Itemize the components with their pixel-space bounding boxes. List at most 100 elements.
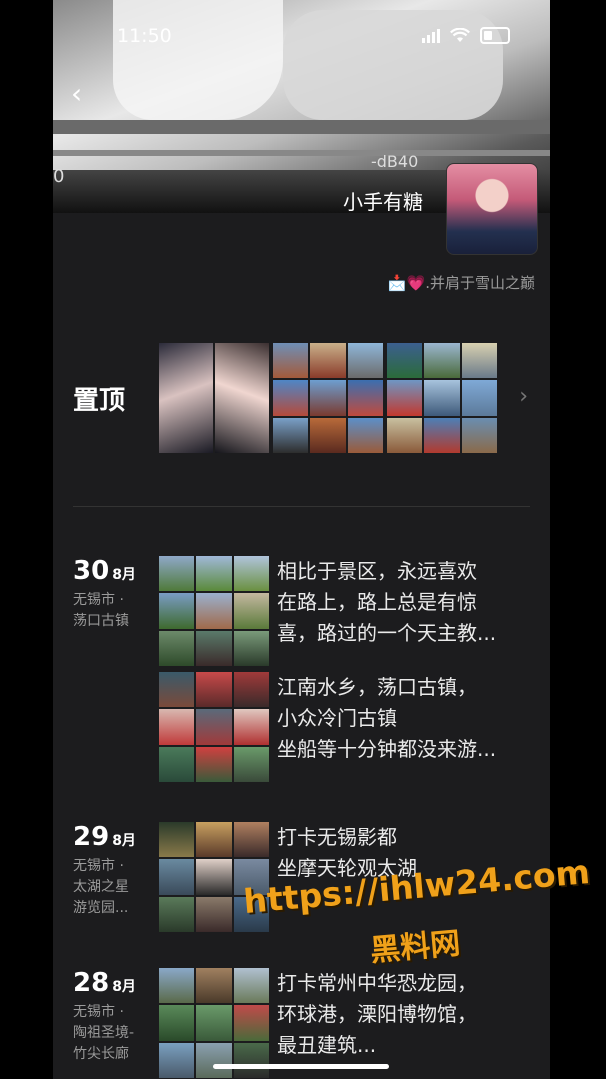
photo-thumbnail (233, 630, 269, 666)
status-icons (422, 27, 510, 44)
date-day: 30 (73, 556, 110, 586)
date-month: 8月 (112, 567, 136, 583)
location-line: 无锡市 · (73, 858, 124, 874)
watermark-name: 黑料网 (368, 926, 462, 969)
photo-thumbnail (196, 556, 232, 592)
post-text-line: 在路上，路上总是有惊 (277, 590, 477, 614)
photo-thumbnail (159, 746, 195, 782)
photo-thumbnail (215, 343, 269, 453)
location-line: 陶祖圣境- (73, 1025, 135, 1041)
photo-thumbnail (196, 822, 232, 858)
photo-thumbnail (233, 746, 269, 782)
photo-thumbnail (347, 343, 383, 379)
moments-page: -dB40 0 11:50 ‹ 小手有糖 📩💗.并肩于雪山之巅 置顶 › 30 … (53, 0, 550, 1079)
post-text-line: 相比于景区，永远喜欢 (277, 559, 477, 583)
pinned-album-3[interactable] (387, 343, 497, 453)
photo-thumbnail (159, 556, 195, 592)
photo-thumbnail (461, 380, 497, 416)
back-button[interactable]: ‹ (71, 80, 82, 108)
photo-thumbnail (196, 1042, 232, 1078)
envelope-icon: 📩 (387, 274, 407, 292)
photo-thumbnail (233, 1042, 269, 1078)
section-divider (73, 506, 530, 507)
photo-thumbnail (387, 417, 423, 453)
location-line: 荡口古镇 (73, 613, 129, 629)
post-text: 相比于景区，永远喜欢 在路上，路上总是有惊 喜，路过的一个天主教... (277, 556, 537, 649)
photo-thumbnail (310, 343, 346, 379)
photo-thumbnail (310, 380, 346, 416)
post-text: 打卡常州中华恐龙园， 环球港，溧阳博物馆， 最丑建筑... (277, 968, 537, 1061)
post-text-line: 江南水乡，荡口古镇， (277, 675, 477, 699)
photo-thumbnail (159, 1042, 195, 1078)
post-item[interactable]: 江南水乡，荡口古镇， 小众冷门古镇 坐船等十分钟都没来游... (159, 672, 539, 782)
pinned-album-2[interactable] (273, 343, 383, 453)
photo-thumbnail (159, 1005, 195, 1041)
photo-thumbnail (233, 672, 269, 708)
profile-signature: 📩💗.并肩于雪山之巅 (388, 272, 535, 293)
profile-avatar[interactable] (446, 163, 538, 255)
post-item[interactable]: 打卡常州中华恐龙园， 环球港，溧阳博物馆， 最丑建筑... (159, 968, 539, 1078)
photo-thumbnail (196, 630, 232, 666)
battery-icon (480, 27, 510, 44)
post-text-line: 打卡无锡影都 (277, 825, 397, 849)
post-location[interactable]: 无锡市 · 太湖之星 游览园... (73, 856, 153, 919)
photo-thumbnail (347, 417, 383, 453)
post-location[interactable]: 无锡市 · 陶祖圣境- 竹尖长廊 (73, 1002, 153, 1065)
chevron-right-icon[interactable]: › (519, 384, 528, 409)
photo-thumbnail (461, 343, 497, 379)
photo-thumbnail (196, 672, 232, 708)
photo-thumbnail (196, 746, 232, 782)
profile-nickname[interactable]: 小手有糖 (343, 186, 423, 215)
photo-thumbnail (461, 417, 497, 453)
post-thumbnails (159, 672, 269, 782)
cellular-signal-icon (422, 28, 440, 43)
photo-thumbnail (310, 417, 346, 453)
photo-thumbnail (196, 593, 232, 629)
post-thumbnails (159, 968, 269, 1078)
post-text-line: 小众冷门古镇 (277, 706, 397, 730)
post-text-line: 最丑建筑... (277, 1033, 377, 1057)
photo-thumbnail (196, 896, 232, 932)
post-thumbnails (159, 556, 269, 666)
location-line: 游览园... (73, 900, 129, 916)
post-location[interactable]: 无锡市 · 荡口古镇 (73, 590, 153, 632)
photo-thumbnail (424, 343, 460, 379)
photo-thumbnail (159, 709, 195, 745)
photo-thumbnail (273, 417, 309, 453)
photo-thumbnail (196, 709, 232, 745)
photo-thumbnail (387, 343, 423, 379)
photo-thumbnail (233, 822, 269, 858)
photo-thumbnail (196, 968, 232, 1004)
post-text-line: 坐船等十分钟都没来游... (277, 737, 497, 761)
photo-thumbnail (233, 1005, 269, 1041)
photo-thumbnail (233, 556, 269, 592)
photo-thumbnail (196, 859, 232, 895)
post-text: 江南水乡，荡口古镇， 小众冷门古镇 坐船等十分钟都没来游... (277, 672, 537, 765)
post-item[interactable]: 相比于景区，永远喜欢 在路上，路上总是有惊 喜，路过的一个天主教... (159, 556, 539, 666)
post-text-line: 打卡常州中华恐龙园， (277, 971, 477, 995)
post-text-line: 环球港，溧阳博物馆， (277, 1002, 477, 1026)
location-line: 无锡市 · (73, 1004, 124, 1020)
pinned-album-1[interactable] (159, 343, 269, 453)
wifi-icon (450, 28, 470, 42)
heart-icon: 💗 (406, 274, 426, 292)
photo-thumbnail (159, 859, 195, 895)
photo-thumbnail (159, 630, 195, 666)
pinned-albums[interactable] (159, 343, 497, 453)
pinned-label: 置顶 (73, 386, 126, 416)
photo-thumbnail (233, 709, 269, 745)
signature-text: .并肩于雪山之巅 (425, 274, 535, 292)
cover-db-text: -dB40 (371, 152, 419, 171)
photo-thumbnail (159, 672, 195, 708)
photo-thumbnail (196, 1005, 232, 1041)
photo-thumbnail (347, 380, 383, 416)
location-line: 竹尖长廊 (73, 1046, 129, 1062)
photo-thumbnail (159, 822, 195, 858)
date-day: 29 (73, 822, 110, 852)
photo-thumbnail (233, 593, 269, 629)
photo-thumbnail (159, 593, 195, 629)
post-text-line: 喜，路过的一个天主教... (277, 621, 497, 645)
photo-thumbnail (424, 380, 460, 416)
photo-thumbnail (387, 380, 423, 416)
location-line: 无锡市 · (73, 592, 124, 608)
